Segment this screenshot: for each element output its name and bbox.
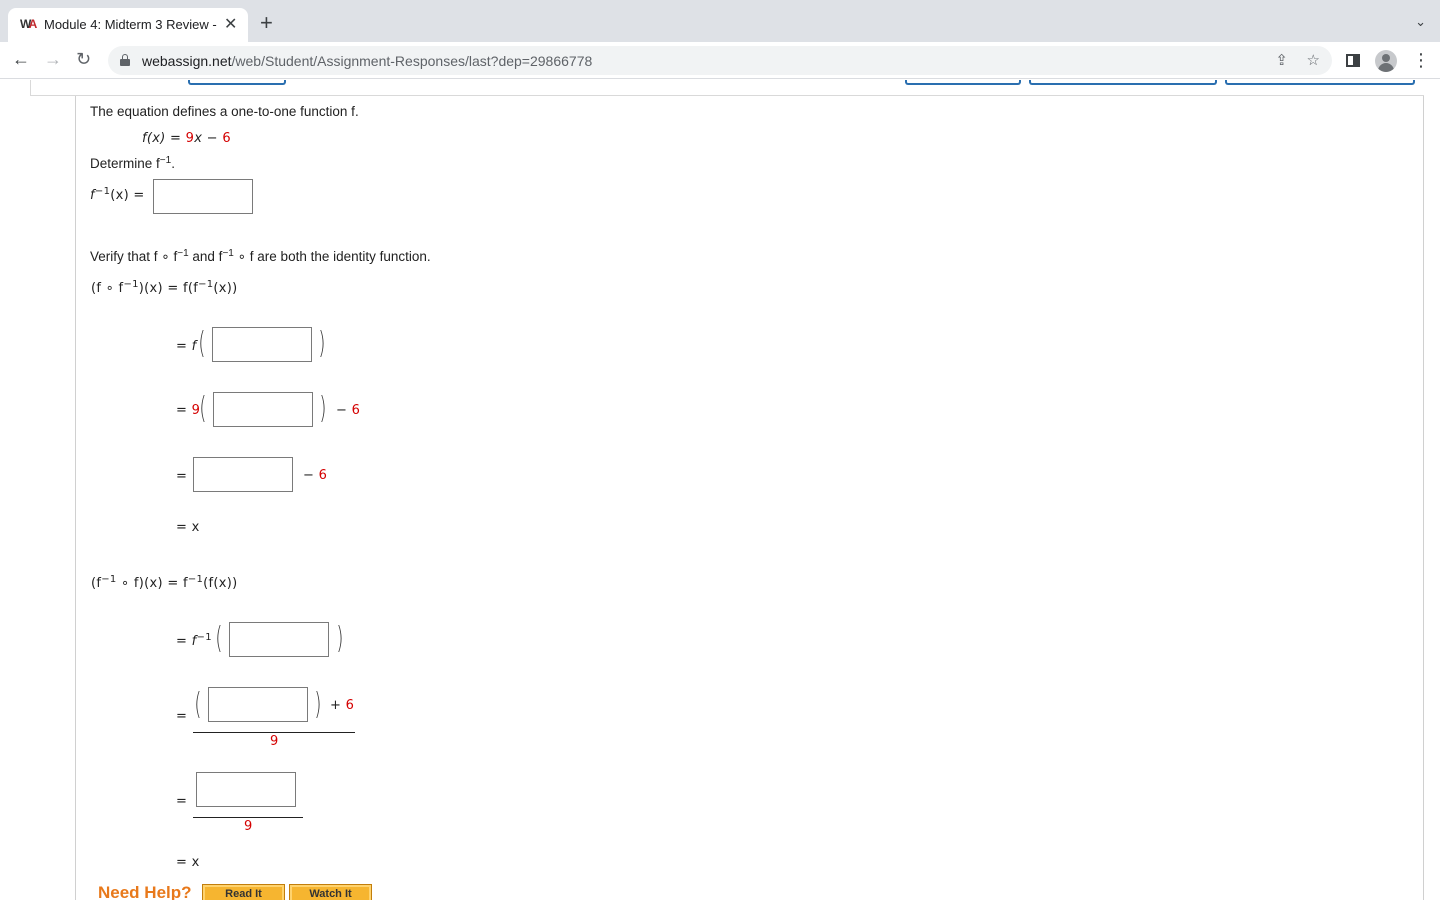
- tab-search-chevron-icon[interactable]: ⌄: [1415, 14, 1426, 30]
- step2-tail: − 6: [336, 403, 361, 418]
- step6-eq: =: [176, 794, 188, 809]
- fraction-bar: [193, 817, 303, 818]
- reload-icon[interactable]: ↻: [76, 49, 91, 69]
- comp2-step1-input[interactable]: [229, 622, 329, 657]
- tab-strip: WA Module 4: Midterm 3 Review - ✕ + ⌄: [0, 0, 1440, 42]
- step3-tail: − 6: [303, 468, 328, 483]
- assignment-toolbar-strip: [30, 80, 1424, 96]
- comp2-step3-input[interactable]: [196, 772, 296, 807]
- tab-title: Module 4: Midterm 3 Review -: [44, 17, 217, 32]
- need-help-label: Need Help?: [98, 883, 192, 900]
- read-it-button[interactable]: Read It: [202, 884, 285, 900]
- lock-icon[interactable]: [120, 54, 130, 66]
- step3-eq: =: [176, 469, 188, 484]
- comp2-result: = x: [176, 855, 200, 870]
- toolbar-button[interactable]: [1225, 80, 1415, 85]
- paren-open: (: [215, 621, 223, 656]
- step4-eq: = f−1: [176, 632, 212, 650]
- fraction-bar: [193, 732, 355, 733]
- verify-prompt: Verify that f ∘ f−1 and f−1 ∘ f are both…: [90, 248, 431, 265]
- browser-menu-icon[interactable]: ⋮: [1412, 50, 1430, 70]
- composition-1-header: (f ∘ f−1)(x) = f(f−1(x)): [91, 279, 238, 297]
- share-icon[interactable]: ⇪: [1275, 51, 1288, 69]
- close-tab-icon[interactable]: ✕: [224, 14, 237, 34]
- browser-tab[interactable]: WA Module 4: Midterm 3 Review - ✕: [8, 8, 248, 42]
- watch-it-button[interactable]: Watch It: [289, 884, 372, 900]
- toolbar-button[interactable]: [905, 80, 1021, 85]
- problem-intro: The equation defines a one-to-one functi…: [90, 104, 359, 119]
- new-tab-icon[interactable]: +: [260, 12, 273, 34]
- step1-eq: = f: [176, 339, 197, 354]
- step5-eq: =: [176, 709, 188, 724]
- comp2-step2-input[interactable]: [208, 687, 308, 722]
- page-content: The equation defines a one-to-one functi…: [0, 80, 1440, 900]
- inverse-label: f−1(x) =: [90, 186, 145, 204]
- comp1-result: = x: [176, 520, 200, 535]
- comp1-step3-input[interactable]: [193, 457, 293, 492]
- paren-open: (: [194, 687, 202, 722]
- determine-prompt: Determine f−1.: [90, 155, 175, 172]
- toolbar-button[interactable]: [188, 80, 286, 85]
- denominator: 9: [270, 734, 279, 749]
- comp1-step1-input[interactable]: [212, 327, 312, 362]
- step2-eq: = 9: [176, 403, 201, 418]
- forward-arrow-icon[interactable]: →: [44, 49, 62, 69]
- comp1-step2-input[interactable]: [213, 392, 313, 427]
- inverse-answer-input[interactable]: [153, 179, 253, 214]
- paren-close: ): [314, 687, 322, 722]
- address-bar[interactable]: webassign.net/web/Student/Assignment-Res…: [108, 46, 1332, 75]
- bookmark-star-icon[interactable]: ☆: [1307, 51, 1320, 69]
- paren-close: ): [336, 621, 344, 656]
- paren-open: (: [198, 326, 206, 361]
- toolbar-button[interactable]: [1029, 80, 1217, 85]
- paren-close: ): [319, 391, 327, 426]
- webassign-favicon-icon: WA: [20, 17, 37, 31]
- profile-avatar-icon[interactable]: [1375, 50, 1397, 72]
- side-panel-icon[interactable]: [1346, 54, 1360, 67]
- back-arrow-icon[interactable]: ←: [12, 49, 30, 69]
- function-definition: f(x) = 9x − 6: [142, 131, 231, 146]
- browser-toolbar: ← → ↻ webassign.net/web/Student/Assignme…: [0, 42, 1440, 79]
- composition-2-header: (f−1 ∘ f)(x) = f−1(f(x)): [91, 574, 238, 592]
- step5-tail: + 6: [330, 698, 355, 713]
- paren-close: ): [318, 326, 326, 361]
- denominator: 9: [244, 819, 253, 834]
- url-text[interactable]: webassign.net/web/Student/Assignment-Res…: [142, 53, 592, 69]
- paren-open: (: [199, 391, 207, 426]
